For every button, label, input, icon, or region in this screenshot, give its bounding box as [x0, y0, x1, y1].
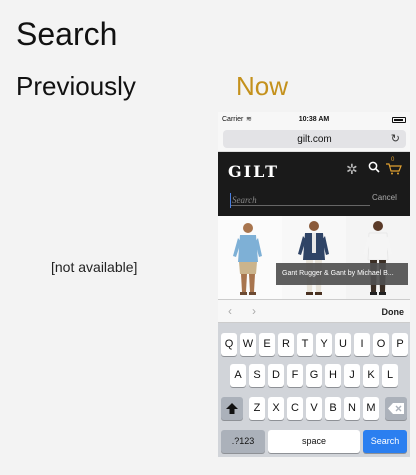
search-icon[interactable]	[368, 161, 380, 176]
search-field[interactable]	[230, 190, 370, 208]
chevron-left-icon[interactable]: ‹	[228, 304, 232, 318]
model-photo[interactable]	[346, 216, 410, 299]
space-key[interactable]: space	[268, 430, 360, 453]
site-header: GILT ✲ 0 Cancel	[218, 152, 410, 216]
shift-icon[interactable]	[221, 397, 243, 420]
gear-icon[interactable]: ✲	[346, 161, 358, 178]
key-v[interactable]: V	[306, 397, 322, 420]
now-heading: Now	[236, 71, 289, 101]
reload-icon[interactable]: ↻	[391, 132, 400, 145]
key-e[interactable]: E	[259, 333, 275, 356]
key-g[interactable]: G	[306, 364, 322, 387]
delete-icon[interactable]	[385, 397, 407, 420]
url-field[interactable]: gilt.com ↻	[223, 130, 406, 148]
key-b[interactable]: B	[325, 397, 341, 420]
key-h[interactable]: H	[325, 364, 341, 387]
url-text: gilt.com	[297, 134, 332, 145]
key-l[interactable]: L	[382, 364, 398, 387]
key-f[interactable]: F	[287, 364, 303, 387]
product-photos	[218, 216, 410, 299]
key-k[interactable]: K	[363, 364, 379, 387]
key-y[interactable]: Y	[316, 333, 332, 356]
search-input[interactable]	[230, 192, 370, 208]
key-a[interactable]: A	[230, 364, 246, 387]
done-button[interactable]: Done	[382, 307, 405, 317]
status-bar: Carrier ≋ 10:38 AM	[218, 112, 410, 128]
cancel-button[interactable]: Cancel	[372, 193, 397, 202]
page-title: Search	[16, 16, 118, 52]
key-s[interactable]: S	[249, 364, 265, 387]
key-d[interactable]: D	[268, 364, 284, 387]
key-i[interactable]: I	[354, 333, 370, 356]
product-caption[interactable]: Gant Rugger & Gant by Michael B...	[276, 263, 408, 285]
phone-screenshot: Carrier ≋ 10:38 AM gilt.com ↻ GILT ✲ 0 C…	[218, 112, 410, 457]
key-u[interactable]: U	[335, 333, 351, 356]
key-z[interactable]: Z	[249, 397, 265, 420]
key-c[interactable]: C	[287, 397, 303, 420]
model-photo[interactable]	[282, 216, 346, 299]
chevron-right-icon[interactable]: ›	[252, 304, 256, 318]
key-q[interactable]: Q	[221, 333, 237, 356]
model-photo[interactable]	[218, 216, 282, 299]
cart-icon[interactable]: 0	[386, 157, 402, 175]
gilt-logo[interactable]: GILT	[228, 162, 279, 181]
key-w[interactable]: W	[240, 333, 256, 356]
previously-heading: Previously	[16, 71, 136, 101]
key-r[interactable]: R	[278, 333, 294, 356]
search-key[interactable]: Search	[363, 430, 407, 453]
key-j[interactable]: J	[344, 364, 360, 387]
key-n[interactable]: N	[344, 397, 360, 420]
battery-icon	[392, 117, 406, 123]
keyboard-accessory-bar: ‹ › Done	[218, 299, 410, 323]
key-o[interactable]: O	[373, 333, 389, 356]
not-available-label: [not available]	[51, 259, 138, 275]
address-bar: gilt.com ↻	[218, 128, 410, 152]
key-m[interactable]: M	[363, 397, 379, 420]
key-x[interactable]: X	[268, 397, 284, 420]
numbers-key[interactable]: .?123	[221, 430, 265, 453]
key-p[interactable]: P	[392, 333, 408, 356]
key-t[interactable]: T	[297, 333, 313, 356]
status-time: 10:38 AM	[298, 116, 330, 123]
keyboard: Q W E R T Y U I O P A S D F G H J K L Z …	[218, 323, 410, 457]
